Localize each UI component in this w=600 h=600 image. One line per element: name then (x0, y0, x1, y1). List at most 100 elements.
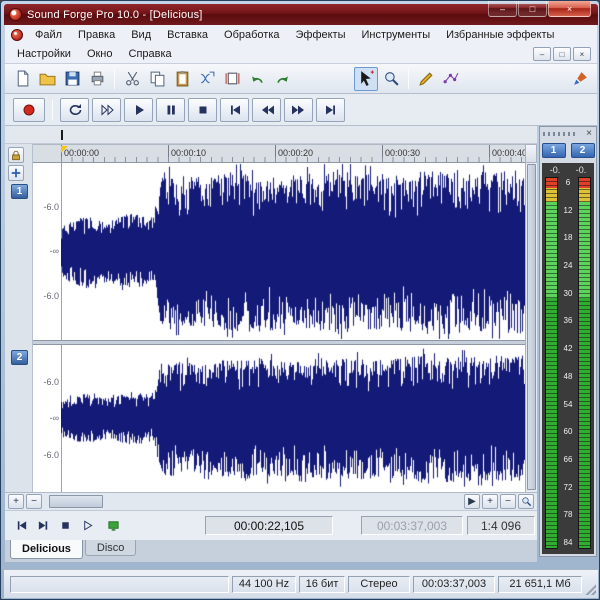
cut-icon[interactable] (120, 67, 144, 91)
record-button[interactable] (13, 97, 45, 122)
menu-item[interactable]: Окно (79, 46, 121, 62)
zoom-tool-button[interactable] (518, 494, 534, 509)
level-meters: 6 12 18 24 30 36 42 48 54 60 66 72 78 84 (545, 177, 591, 549)
play-all-button[interactable] (92, 97, 121, 122)
mix-icon[interactable] (195, 67, 219, 91)
waveform-channel-1[interactable] (61, 163, 525, 340)
child-window-icon[interactable] (11, 29, 23, 41)
ruler-labels: 00:00:00 00:00:10 00:00:20 00:00:30 00:00:40 (61, 145, 525, 162)
menu-item[interactable]: Инструменты (354, 27, 439, 43)
copy-icon[interactable] (145, 67, 169, 91)
zoom-in-time-button[interactable]: + (8, 494, 24, 509)
effects-brush-icon[interactable] (568, 67, 592, 91)
playbar-go-to-start-button[interactable] (11, 515, 32, 536)
channel-2-button[interactable]: 2 (11, 350, 28, 365)
vertical-scrollbar[interactable] (525, 163, 537, 492)
rewind-button[interactable] (252, 97, 281, 122)
vertical-scroll-thumb[interactable] (527, 164, 536, 490)
panel-grip-icon[interactable] (543, 131, 575, 136)
go-to-start-button[interactable] (220, 97, 249, 122)
menu-item[interactable]: Избранные эффекты (438, 27, 562, 43)
magnify-tool-icon[interactable] (379, 67, 403, 91)
vertical-scroll-top-button[interactable] (525, 144, 537, 163)
zoom-ratio-display[interactable]: 1:4 096 (467, 516, 535, 535)
document-tabs: Delicious Disco (5, 540, 537, 562)
trim-icon[interactable] (220, 67, 244, 91)
print-icon[interactable] (85, 67, 109, 91)
open-file-icon[interactable] (35, 67, 59, 91)
close-button[interactable]: × (548, 1, 591, 17)
status-empty-segment (10, 575, 229, 593)
horizontal-scroll-thumb[interactable] (49, 495, 103, 508)
menu-item[interactable]: Обработка (216, 27, 287, 43)
toolbar-separator (408, 68, 409, 89)
app-icon[interactable] (9, 8, 22, 21)
new-file-icon[interactable] (10, 67, 34, 91)
channel-1-button[interactable]: 1 (11, 184, 28, 199)
meter-bar-left (545, 177, 558, 549)
child-minimize-button[interactable]: – (533, 47, 551, 61)
child-close-button[interactable]: × (573, 47, 591, 61)
stop-button[interactable] (188, 97, 217, 122)
cursor-handle[interactable] (61, 130, 63, 140)
menu-item[interactable]: Вид (123, 27, 159, 43)
zoom-in-button[interactable]: + (482, 494, 498, 509)
meters-panel-header[interactable]: × (540, 127, 596, 140)
menu-item[interactable]: Правка (70, 27, 123, 43)
menu-item[interactable]: Эффекты (288, 27, 354, 43)
playbar: 00:00:22,105 00:03:37,003 1:4 096 (5, 510, 537, 540)
meter-scale-label: 36 (563, 316, 573, 326)
meter-channel-2-button[interactable]: 2 (570, 143, 595, 158)
ruler-label: 00:00:10 (168, 145, 275, 162)
window-controls: – □ × (487, 1, 591, 17)
envelope-tool-icon[interactable] (439, 67, 463, 91)
edit-tool-icon[interactable] (354, 66, 378, 91)
maximize-button[interactable]: □ (518, 1, 547, 17)
paste-icon[interactable] (170, 67, 194, 91)
meter-peak-left: -0. (549, 164, 561, 175)
panel-close-icon[interactable]: × (585, 128, 593, 139)
menu-items: Настройки Окно Справка (9, 46, 180, 62)
length-display[interactable]: 00:03:37,003 (361, 516, 463, 535)
minimize-button[interactable]: – (488, 1, 517, 17)
loop-playback-button[interactable] (60, 97, 89, 122)
child-restore-button[interactable]: □ (553, 47, 571, 61)
playbar-stop-button[interactable] (55, 515, 76, 536)
play-button[interactable] (124, 97, 153, 122)
save-icon[interactable] (60, 67, 84, 91)
meter-scale-label: 18 (563, 233, 573, 243)
scroll-right-button[interactable]: ▶ (464, 494, 480, 509)
status-free-space: 21 651,1 Мб (498, 575, 582, 593)
pencil-tool-icon[interactable] (414, 67, 438, 91)
marker-bar[interactable] (5, 126, 537, 144)
waveform-channel-2[interactable] (61, 345, 525, 492)
menu-item[interactable]: Справка (121, 46, 180, 62)
tab-delicious[interactable]: Delicious (10, 540, 83, 559)
menu-item[interactable]: Вставка (159, 27, 216, 43)
lock-icon[interactable] (8, 147, 24, 163)
fast-forward-button[interactable] (284, 97, 313, 122)
redo-icon[interactable] (270, 67, 294, 91)
meter-channel-1-button[interactable]: 1 (541, 143, 566, 158)
zoom-out-button[interactable]: − (500, 494, 516, 509)
tab-disco[interactable]: Disco (84, 540, 137, 556)
monitor-icon[interactable] (103, 515, 124, 536)
meter-scale-label: 24 (563, 261, 573, 271)
go-to-end-button[interactable] (316, 97, 345, 122)
ruler-label: 00:00:20 (275, 145, 382, 162)
transport-separator (52, 99, 53, 120)
transport-bar (5, 94, 597, 126)
snap-icon[interactable] (8, 165, 24, 181)
pause-button[interactable] (156, 97, 185, 122)
meter-body: -0. -0. 6 12 18 24 30 36 42 48 54 60 66 72 78 84 (542, 163, 594, 554)
playbar-play-button[interactable] (77, 515, 98, 536)
time-ruler[interactable]: 00:00:00 00:00:10 00:00:20 00:00:30 00:00:40 (33, 144, 525, 163)
playbar-go-to-end-button[interactable] (33, 515, 54, 536)
menu-item[interactable]: Файл (27, 27, 70, 43)
menu-item[interactable]: Настройки (9, 46, 79, 62)
undo-icon[interactable] (245, 67, 269, 91)
db-label: -6.0 (43, 450, 59, 460)
position-display[interactable]: 00:00:22,105 (205, 516, 333, 535)
zoom-out-time-button[interactable]: − (26, 494, 42, 509)
waveform-area: -6.0 -∞ -6.0 -6.0 -∞ -6.0 (33, 163, 525, 492)
